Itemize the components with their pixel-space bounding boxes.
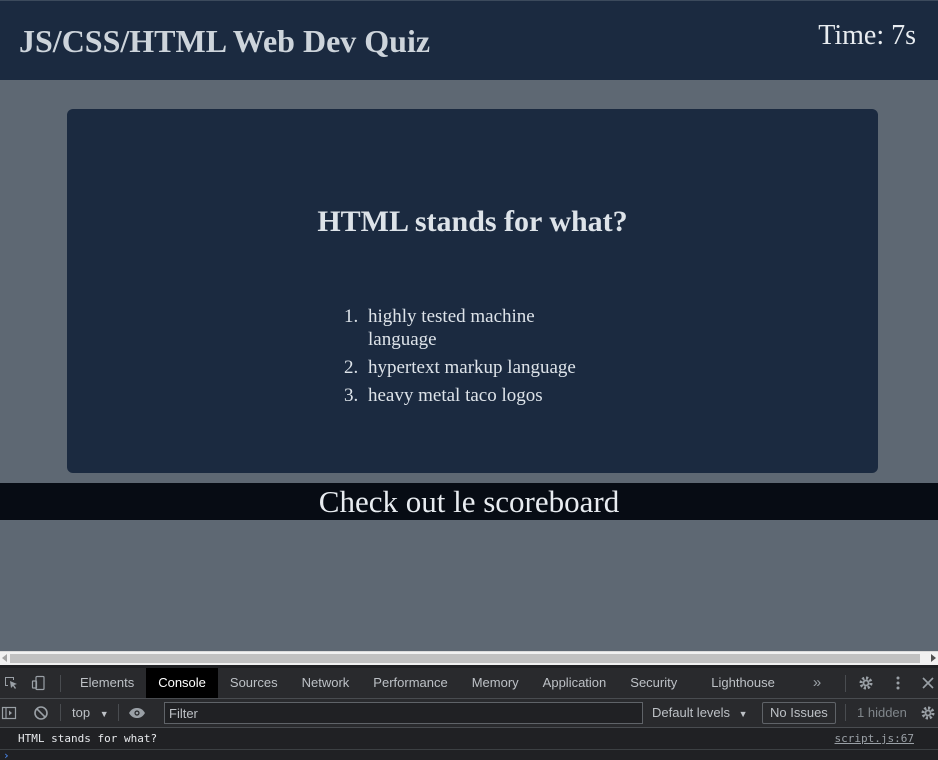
close-icon[interactable] — [919, 668, 937, 698]
timer: Time: 7s — [818, 20, 916, 51]
scoreboard-bar: Check out le scoreboard — [0, 483, 938, 520]
caret-down-icon: ▼ — [738, 709, 748, 719]
issues-button[interactable]: No Issues — [762, 702, 836, 724]
clear-console-icon[interactable] — [32, 699, 50, 727]
console-sidebar-icon[interactable] — [0, 699, 18, 727]
log-levels-dropdown[interactable]: Default levels ▼ — [652, 699, 748, 728]
filter-input[interactable] — [164, 702, 643, 724]
toolbar-divider — [845, 675, 846, 692]
console-log-message: HTML stands for what? — [18, 732, 158, 745]
choice-label: heavy metal taco logos — [368, 385, 543, 406]
gear-icon[interactable] — [857, 668, 875, 698]
context-selector[interactable]: top ▼ — [72, 699, 109, 728]
toolbar-divider — [118, 704, 119, 721]
inspect-element-icon[interactable] — [2, 668, 20, 698]
choice-number: 3. — [344, 385, 359, 406]
kebab-menu-icon[interactable] — [889, 668, 907, 698]
console-log-source-link[interactable]: script.js:67 — [835, 732, 914, 746]
page-title: JS/CSS/HTML Web Dev Quiz — [19, 23, 431, 59]
quiz-card: HTML stands for what? 1. highly tested m… — [67, 109, 878, 473]
more-tabs-icon[interactable]: » — [808, 668, 826, 698]
tab-sources[interactable]: Sources — [218, 668, 290, 698]
console-toolbar: top ▼ Default levels ▼ No Issues 1 hidde… — [0, 699, 938, 728]
tab-performance[interactable]: Performance — [361, 668, 459, 698]
devtools-tabbar: Elements Console Sources Network Perform… — [0, 668, 938, 699]
answer-choice-2[interactable]: 2. hypertext markup language — [342, 356, 582, 379]
toolbar-divider — [60, 704, 61, 721]
answer-choice-3[interactable]: 3. heavy metal taco logos — [342, 384, 582, 407]
tab-network[interactable]: Network — [290, 668, 362, 698]
answer-choice-1[interactable]: 1. highly tested machine language — [342, 305, 582, 351]
answer-list: 1. highly tested machine language 2. hyp… — [342, 305, 582, 412]
toolbar-divider — [845, 704, 846, 721]
horizontal-scrollbar[interactable] — [0, 651, 938, 665]
tab-security[interactable]: Security — [618, 668, 689, 698]
tab-lighthouse[interactable]: Lighthouse — [689, 668, 787, 698]
scroll-right-arrow-icon[interactable] — [931, 654, 936, 662]
scoreboard-link[interactable]: Check out le scoreboard — [319, 484, 619, 519]
tab-console[interactable]: Console — [146, 668, 218, 698]
caret-down-icon: ▼ — [99, 709, 109, 719]
console-output: HTML stands for what? script.js:67 › — [0, 728, 938, 760]
scroll-left-arrow-icon[interactable] — [2, 654, 7, 662]
toolbar-divider — [60, 675, 61, 692]
console-settings-gear-icon[interactable] — [919, 699, 937, 727]
scrollbar-thumb[interactable] — [10, 654, 920, 663]
device-toolbar-icon[interactable] — [30, 668, 48, 698]
tab-application[interactable]: Application — [531, 668, 619, 698]
console-divider — [0, 749, 938, 750]
choice-number: 2. — [344, 357, 359, 378]
devtools-tabs: Elements Console Sources Network Perform… — [68, 668, 787, 698]
choice-number: 1. — [344, 306, 359, 327]
console-prompt-icon[interactable]: › — [3, 749, 10, 760]
tab-elements[interactable]: Elements — [68, 668, 146, 698]
hidden-count: 1 hidden — [857, 705, 907, 720]
choice-label: hypertext markup language — [368, 357, 576, 378]
log-levels-label: Default levels — [652, 705, 731, 720]
devtools-panel: Elements Console Sources Network Perform… — [0, 665, 938, 760]
choice-label: highly tested machine language — [368, 306, 535, 350]
context-label: top — [72, 705, 91, 720]
eye-icon[interactable] — [127, 699, 147, 727]
question-text: HTML stands for what? — [317, 205, 628, 238]
tab-memory[interactable]: Memory — [460, 668, 531, 698]
page-header: JS/CSS/HTML Web Dev Quiz Time: 7s — [0, 0, 938, 80]
